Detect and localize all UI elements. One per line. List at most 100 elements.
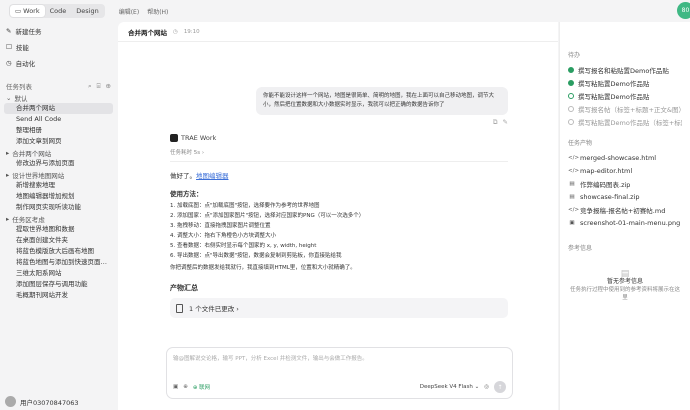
filter-icon[interactable]: ⌸ [97, 82, 101, 91]
arrow-up-icon: ↑ [497, 383, 503, 391]
outputs-heading: 产物汇总 [170, 284, 198, 292]
task-list-header: 任务列表 ⌕ ⌸ ⊕ [6, 81, 111, 92]
folder-icon: ▸ [6, 170, 10, 179]
check-icon [568, 66, 574, 73]
menu-bar: 编辑(E) 帮助(H) [119, 7, 169, 16]
task-item[interactable]: 新增搜索地理 [0, 180, 117, 191]
task-group-default[interactable]: ⌄ 默认 [0, 92, 117, 103]
check-icon [568, 79, 574, 86]
reference-empty-state: ▤ 暂无参考信息 任务执行过程中使用到的参考资料将展示在这里 [569, 269, 680, 302]
user-profile[interactable]: 用户03070847063 [5, 396, 79, 407]
task-item[interactable]: 地图编辑器增加规划 [0, 191, 117, 202]
menu-edit[interactable]: 编辑(E) [119, 7, 139, 16]
task-item[interactable]: 整理相册 [0, 125, 117, 136]
todo-item: 撰写粘贴置Demo作品贴 [568, 89, 682, 102]
skills-button[interactable]: ☐ 技能 [0, 40, 117, 54]
pending-icon [568, 105, 574, 112]
todo-heading: 待办 [568, 52, 581, 59]
task-item[interactable]: 添加文章到网页 [0, 136, 117, 147]
code-file-icon: </> [568, 154, 580, 161]
web-search-toggle[interactable]: ⊕ 联网 [193, 383, 210, 391]
edit-icon[interactable]: ✎ [503, 118, 508, 127]
mic-icon[interactable]: ◎ [484, 384, 489, 390]
main-panel: 合并两个网站 ◷ 19:10 你能不能设计这样一个网站，地图是很简单、简明的地图… [118, 22, 558, 410]
avatar [5, 396, 16, 407]
copy-icon[interactable]: ⧉ [493, 118, 498, 127]
product-file[interactable]: ▤ showcase-final.zip [568, 190, 682, 203]
folder-icon: ▸ [6, 148, 10, 157]
product-file[interactable]: </> map-editor.html [568, 164, 682, 177]
mode-design-tab[interactable]: Design [71, 5, 103, 17]
product-file[interactable]: </> merged-showcase.html [568, 151, 682, 164]
folder-icon: ▸ [6, 214, 10, 223]
mode-code-tab[interactable]: Code [45, 5, 72, 17]
send-button[interactable]: ↑ [494, 381, 506, 393]
input-toolbar: ▣ ⊕ ⊕ 联网 DeepSeek V4 Flash ⌄ ◎ ↑ [173, 381, 506, 393]
product-file[interactable]: ▤ 作弊编码图表.zip [568, 177, 682, 190]
task-item[interactable]: 将蓝色地图与添加到快速页面设计答案PPT [0, 257, 117, 268]
new-task-button[interactable]: ✎ 新建任务 [0, 24, 117, 38]
usage-heading: 使用方法： [170, 190, 203, 198]
timestamp: 19:10 [183, 28, 200, 35]
closing-text: 你把调整后的数据发给我就行，我直接填到HTML里，位置和大小就精确了。 [170, 265, 356, 271]
task-group[interactable]: ▸ 设计世界地图网站 [0, 169, 117, 180]
chat-input[interactable]: 输@图解说交论格，输写 PPT，分析 Excel 并检测文件，输出与会做工作报告… [166, 347, 513, 399]
product-file[interactable]: </> 竞争报稿-报名帖+初赛帖.md [568, 203, 682, 216]
right-panel: 待办 撰写报名和粘贴置Demo作品贴 撰写粘贴置Demo作品贴 撰写粘贴置Dem… [559, 22, 690, 410]
list-item: 4. 调整大小：拖右下角橙色小方块调整大小 [170, 233, 276, 239]
list-item: 1. 加载底图：点"加载底图"按钮，选择要作为参考的世界地图 [170, 203, 320, 209]
add-folder-icon[interactable]: ⊕ [106, 82, 111, 91]
usage-steps: 1. 加载底图：点"加载底图"按钮，选择要作为参考的世界地图 2. 添加国家：点… [170, 201, 508, 261]
archive-icon: ▤ [569, 193, 575, 200]
message-actions: ⧉ ✎ [493, 118, 508, 127]
task-item[interactable]: 修改边界与添加页面 [0, 158, 117, 169]
task-item[interactable]: 毛概期刊网站开发 [0, 290, 117, 301]
model-selector[interactable]: DeepSeek V4 Flash ⌄ [420, 384, 479, 390]
task-item[interactable]: 三维太阳系网站 [0, 268, 117, 279]
page-title: 合并两个网站 [128, 28, 167, 37]
task-item[interactable]: Send All Code [0, 114, 117, 125]
task-item[interactable]: 制作网页实现听读功能 [0, 202, 117, 213]
task-item[interactable]: 在桌面创建文件夹 [0, 235, 117, 246]
agent-header: TRAE Work [170, 134, 508, 142]
list-item: 6. 导出数据：点"导出数据"按钮，数据会复制到剪贴板，你直接贴给我 [170, 253, 342, 259]
conversation-header: 合并两个网站 ◷ 19:10 [118, 22, 558, 42]
task-group[interactable]: ▸ 合并两个网站 [0, 147, 117, 158]
automation-button[interactable]: ◷ 自动化 [0, 56, 117, 70]
task-group[interactable]: ▸ 任务区考虑 [0, 213, 117, 224]
reference-section: 参考信息 ▤ 暂无参考信息 任务执行过程中使用到的参考资料将展示在这里 [568, 243, 682, 302]
pending-icon [568, 118, 574, 125]
skill-icon: ☐ [6, 43, 12, 51]
mode-work-tab[interactable]: ▭ Work [10, 5, 45, 17]
code-file-icon: </> [568, 206, 580, 213]
steps-toggle[interactable]: 任务耗时 5s › [170, 148, 508, 162]
clock-icon: ◷ [173, 28, 178, 35]
automation-icon: ◷ [6, 59, 12, 67]
in-progress-icon [568, 92, 574, 99]
file-icon [176, 303, 183, 313]
agent-response: TRAE Work 任务耗时 5s › 做好了。地图编辑器 使用方法： 1. 加… [170, 134, 508, 318]
menu-help[interactable]: 帮助(H) [147, 7, 168, 16]
task-item[interactable]: 将蓝色模版放大后画布地图 [0, 246, 117, 257]
todo-item: 撰写报名帖（标签+标题+正文&图） [568, 102, 682, 115]
work-icon: ▭ [15, 7, 22, 15]
list-item: 2. 添加国家：点"添加国家图片"按钮，选择对应国家的PNG（可以一次选多个） [170, 213, 365, 219]
reference-heading: 参考信息 [568, 245, 593, 252]
editor-link[interactable]: 地图编辑器 [196, 172, 229, 180]
image-file-icon: ▣ [569, 219, 575, 226]
image-icon[interactable]: ▣ [173, 384, 178, 390]
search-icon[interactable]: ⌕ [88, 82, 92, 91]
document-icon: ▤ [620, 269, 630, 279]
task-item[interactable]: 合并两个网站 [4, 103, 113, 114]
user-message: 你能不能设计这样一个网站，地图是很简单、简明的地图，我在上面可以自己移动地图，调… [256, 87, 508, 115]
task-item[interactable]: 添加图层保存与调用功能 [0, 279, 117, 290]
todo-item: 撰写粘贴置Demo作品贴 [568, 76, 682, 89]
list-item: 5. 查看数据：右侧实时显示每个国家的 x, y, width, height [170, 243, 317, 249]
sidebar: ✎ 新建任务 ☐ 技能 ◷ 自动化 任务列表 ⌕ ⌸ ⊕ ⌄ 默认 合并两个网站 Send … [0, 22, 117, 410]
changed-files-card[interactable]: 1 个文件已更改 › [170, 298, 508, 318]
task-item[interactable]: 提取世界地图和数据 [0, 224, 117, 235]
account-avatar[interactable]: 80 [677, 2, 690, 19]
attach-icon[interactable]: ⊕ [183, 384, 188, 390]
product-file[interactable]: ▣ screenshot-01-main-menu.png [568, 216, 682, 229]
mode-switcher: ▭ Work Code Design [9, 4, 105, 18]
